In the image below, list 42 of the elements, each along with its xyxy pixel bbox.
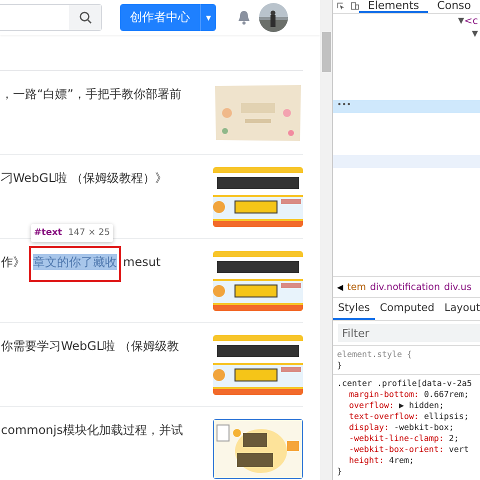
article-title[interactable]: 你需要学习WebGL啦 （保姆级教	[1, 335, 179, 357]
closing-brace: }	[337, 360, 343, 371]
scrollbar[interactable]	[320, 0, 332, 480]
styles-tab[interactable]: Styles	[333, 298, 375, 320]
closing-brace: }	[337, 466, 343, 477]
css-declaration[interactable]: display: -webkit-box;	[337, 422, 480, 433]
dropdown-button[interactable]: ▾	[200, 4, 216, 31]
dom-node[interactable]: •••	[333, 100, 480, 113]
inspect-icon[interactable]	[337, 1, 345, 11]
scroll-left-arrow[interactable]: ◀	[337, 282, 344, 292]
article-title[interactable]: 刁WebGL啦 （保姆级教程）》	[1, 167, 167, 189]
css-declaration[interactable]: text-overflow: ellipsis;	[337, 411, 480, 422]
filter-field[interactable]: Filter	[338, 324, 480, 342]
search-button[interactable]	[69, 5, 101, 30]
css-declaration[interactable]: -webkit-line-clamp: 2;	[337, 433, 480, 444]
search-field[interactable]	[0, 4, 102, 31]
dom-node[interactable]: ▼<c	[333, 16, 480, 29]
dom-node[interactable]: ▼	[333, 29, 480, 42]
css-selector: element.style {	[337, 349, 413, 360]
css-declaration[interactable]: height: 4rem;	[337, 455, 480, 466]
styles-tab[interactable]: Layout	[439, 298, 480, 320]
article-title[interactable]: commonjs模块化加载过程，并试	[1, 419, 183, 441]
css-declaration[interactable]: margin-bottom: 0.667rem;	[337, 389, 480, 400]
breadcrumb-item[interactable]: div.us	[444, 282, 472, 292]
styles-tab[interactable]: Computed	[374, 298, 440, 320]
device-icon[interactable]	[350, 1, 359, 11]
node-name: #text	[34, 228, 62, 238]
devtools-tab[interactable]: Elements	[358, 0, 428, 13]
css-declaration[interactable]: overflow: ▶ hidden;	[337, 400, 480, 411]
breadcrumb-item[interactable]: tem	[347, 282, 366, 292]
css-declaration[interactable]: -webkit-box-orient: vert	[337, 444, 480, 455]
devtools-tab[interactable]: Conso	[428, 0, 480, 13]
article-title[interactable]: ，一路“白嫖”，手把手教你部署前	[1, 83, 182, 105]
search-icon	[78, 11, 92, 24]
dom-node[interactable]	[333, 155, 480, 168]
article-title[interactable]: mesut	[123, 251, 161, 273]
css-selector: .center .profile[data-v-2a5	[337, 378, 473, 389]
node-size: 147 × 25	[68, 228, 110, 238]
article-title[interactable]: 作》	[1, 251, 25, 273]
breadcrumb-item[interactable]: div.notification	[370, 282, 440, 292]
bell-icon[interactable]	[237, 10, 251, 25]
creator-center-button[interactable]: 创作者中心	[120, 4, 200, 31]
